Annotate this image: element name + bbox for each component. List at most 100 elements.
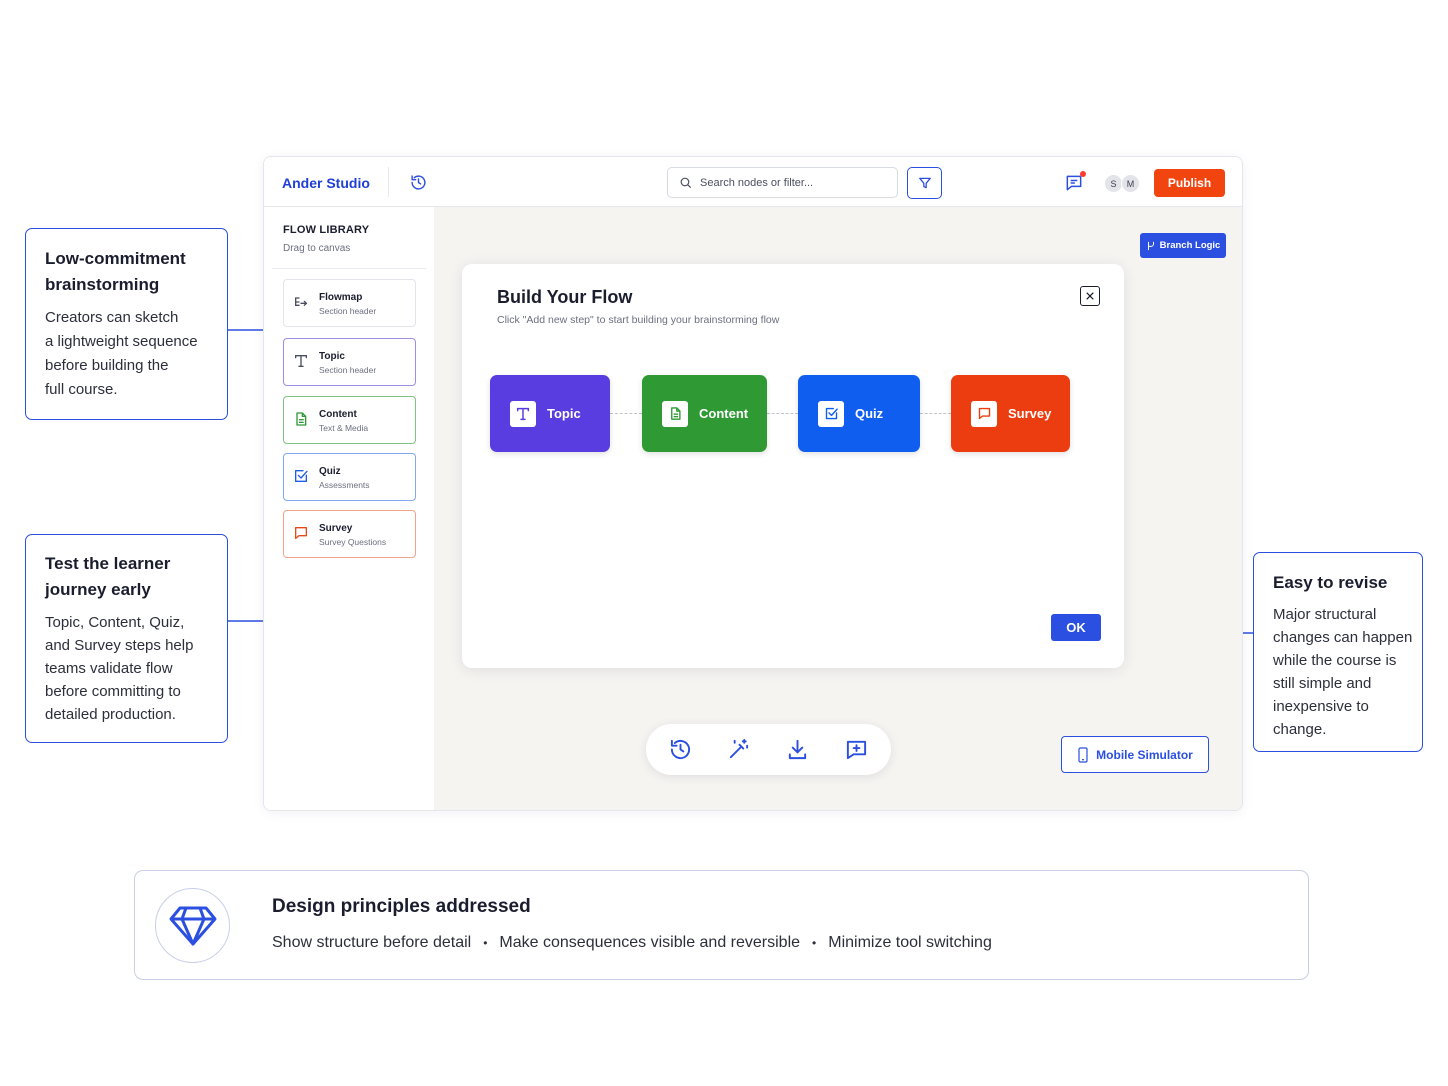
ok-button[interactable]: OK bbox=[1051, 614, 1101, 641]
callout-body-line: before committing to bbox=[45, 683, 181, 700]
design-principles-card: Design principles addressed Show structu… bbox=[134, 870, 1309, 980]
library-item-flowmap[interactable]: Flowmap Section header bbox=[283, 279, 416, 327]
callout-body-line: full course. bbox=[45, 381, 118, 398]
speech-bubble-icon bbox=[978, 407, 990, 420]
library-item-desc: Survey Questions bbox=[319, 537, 387, 547]
close-icon bbox=[1086, 292, 1094, 300]
step-icon-box bbox=[818, 400, 844, 427]
notification-dot bbox=[1080, 171, 1086, 177]
download-icon[interactable] bbox=[786, 738, 809, 761]
checkbox-icon bbox=[825, 407, 838, 420]
modal-title: Build Your Flow bbox=[497, 287, 633, 307]
callout-body-line: and Survey steps help bbox=[45, 637, 194, 654]
callout-body-line: inexpensive to bbox=[1273, 698, 1369, 715]
close-button[interactable] bbox=[1080, 286, 1100, 306]
library-item-desc: Section header bbox=[319, 306, 377, 316]
principle-item: Show structure before detail bbox=[272, 934, 472, 951]
callout-title-line: Low-commitment bbox=[45, 249, 186, 268]
library-item-name: Flowmap bbox=[319, 292, 363, 303]
principles-title: Design principles addressed bbox=[272, 896, 531, 917]
principle-item: Minimize tool switching bbox=[828, 934, 992, 951]
text-t-icon bbox=[516, 407, 530, 420]
version-history-icon[interactable] bbox=[410, 174, 427, 191]
bullet-separator: • bbox=[812, 936, 817, 950]
callout-body-line: Creators can sketch bbox=[45, 309, 179, 326]
diamond-gem-icon bbox=[169, 906, 216, 945]
step-quiz[interactable]: Quiz bbox=[798, 375, 920, 452]
filter-button[interactable] bbox=[907, 167, 942, 199]
mobile-simulator-button[interactable]: Mobile Simulator bbox=[1061, 736, 1209, 773]
search-box[interactable] bbox=[667, 167, 898, 198]
step-label: Quiz bbox=[855, 406, 884, 421]
brand-name: Ander Studio bbox=[282, 175, 370, 191]
flow-canvas[interactable]: Branch Logic Build Your Flow Click "Add … bbox=[434, 207, 1242, 810]
step-connector bbox=[920, 413, 951, 414]
library-item-name: Survey bbox=[319, 523, 353, 534]
callout-title-line: journey early bbox=[45, 580, 151, 599]
callout-easy-revise: Easy to revise Major structural changes … bbox=[1253, 552, 1423, 752]
canvas-toolbar bbox=[646, 724, 891, 775]
callout-body-line: changes can happen bbox=[1273, 629, 1413, 646]
library-item-name: Quiz bbox=[319, 466, 341, 477]
step-connector bbox=[610, 413, 642, 414]
branch-logic-button[interactable]: Branch Logic bbox=[1140, 233, 1226, 258]
step-icon-box bbox=[510, 400, 536, 427]
history-icon[interactable] bbox=[669, 738, 692, 761]
magic-wand-icon[interactable] bbox=[727, 738, 750, 761]
step-connector bbox=[767, 413, 798, 414]
callout-title-line: Easy to revise bbox=[1273, 573, 1388, 592]
modal-subtitle: Click "Add new step" to start building y… bbox=[497, 314, 780, 326]
step-label: Survey bbox=[1008, 406, 1052, 421]
library-title: FLOW LIBRARY bbox=[283, 224, 370, 236]
library-item-desc: Assessments bbox=[319, 480, 370, 490]
step-topic[interactable]: Topic bbox=[490, 375, 610, 452]
phone-icon bbox=[1078, 746, 1088, 763]
gem-badge bbox=[155, 888, 230, 963]
topbar-divider bbox=[388, 167, 389, 197]
library-item-desc: Section header bbox=[319, 365, 377, 375]
library-item-survey[interactable]: Survey Survey Questions bbox=[283, 510, 416, 558]
avatar[interactable]: M bbox=[1121, 174, 1140, 193]
step-icon-box bbox=[662, 400, 688, 427]
callout-low-commitment: Low-commitment brainstorming Creators ca… bbox=[25, 228, 228, 420]
step-icon-box bbox=[971, 400, 997, 427]
text-t-icon bbox=[295, 355, 307, 367]
callout-body-line: detailed production. bbox=[45, 706, 176, 723]
library-subtitle: Drag to canvas bbox=[283, 243, 351, 254]
step-survey[interactable]: Survey bbox=[951, 375, 1070, 452]
collaborator-avatars: S M bbox=[1104, 174, 1140, 193]
library-item-name: Topic bbox=[319, 351, 345, 362]
document-icon bbox=[296, 412, 307, 426]
library-item-quiz[interactable]: Quiz Assessments bbox=[283, 453, 416, 501]
flowmap-icon bbox=[295, 297, 308, 306]
publish-button[interactable]: Publish bbox=[1154, 169, 1225, 197]
library-item-content[interactable]: Content Text & Media bbox=[283, 396, 416, 444]
document-icon bbox=[670, 407, 681, 420]
callout-title-line: Test the learner bbox=[45, 554, 171, 573]
callout-body-line: a lightweight sequence bbox=[45, 333, 198, 350]
search-icon bbox=[680, 177, 691, 188]
page: Ander Studio Search nodes or filter... S… bbox=[0, 0, 1448, 1086]
step-content[interactable]: Content bbox=[642, 375, 767, 452]
library-item-desc: Text & Media bbox=[319, 423, 369, 433]
speech-bubble-icon bbox=[295, 527, 307, 539]
comment-add-icon[interactable] bbox=[845, 738, 868, 761]
search-input[interactable] bbox=[700, 176, 880, 189]
bullet-separator: • bbox=[483, 936, 488, 950]
flow-library-sidebar: FLOW LIBRARY Drag to canvas Flowmap Sect… bbox=[264, 207, 434, 810]
branch-icon bbox=[1147, 241, 1154, 250]
library-divider bbox=[272, 268, 426, 269]
library-item-topic[interactable]: Topic Section header bbox=[283, 338, 416, 386]
principles-list: Show structure before detail • Make cons… bbox=[272, 934, 992, 952]
step-label: Topic bbox=[547, 406, 581, 421]
callout-body-line: teams validate flow bbox=[45, 660, 173, 677]
mobile-simulator-label: Mobile Simulator bbox=[1096, 747, 1193, 762]
branch-logic-label: Branch Logic bbox=[1159, 240, 1221, 251]
filter-icon bbox=[918, 177, 931, 189]
top-bar: Ander Studio Search nodes or filter... S… bbox=[264, 157, 1242, 207]
callout-body-line: change. bbox=[1273, 721, 1327, 738]
callout-body-line: Major structural bbox=[1273, 606, 1377, 623]
library-item-name: Content bbox=[319, 409, 357, 420]
callout-body-line: while the course is bbox=[1273, 652, 1397, 669]
callout-body-line: before building the bbox=[45, 357, 169, 374]
